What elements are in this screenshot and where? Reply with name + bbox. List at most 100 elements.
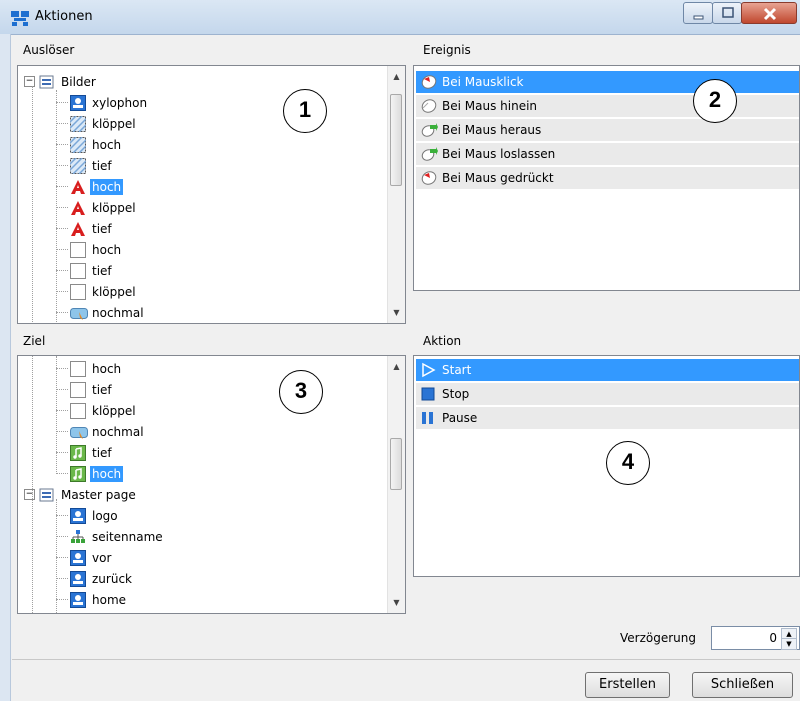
trigger-scrollbar[interactable]: ▲ ▼ bbox=[387, 66, 405, 323]
tree-item[interactable]: seitenname bbox=[70, 526, 165, 547]
tree-item-label: home bbox=[92, 592, 127, 607]
tree-item[interactable]: tief bbox=[70, 218, 114, 239]
scroll-down-icon[interactable]: ▼ bbox=[388, 594, 405, 611]
tree-item-label: nochmal bbox=[92, 424, 144, 439]
minimize-button[interactable] bbox=[683, 2, 713, 24]
tree-item-label: vor bbox=[92, 550, 112, 565]
close-button[interactable] bbox=[741, 2, 797, 24]
tree-item-label: klöppel bbox=[92, 403, 136, 418]
tree-item-label: tief bbox=[92, 445, 112, 460]
tree-item[interactable]: hoch bbox=[70, 358, 123, 379]
collapse-icon[interactable]: − bbox=[24, 76, 35, 87]
tree-item[interactable]: home bbox=[70, 589, 128, 610]
tree-item[interactable]: hoch bbox=[69, 134, 123, 155]
tree-connector bbox=[32, 86, 33, 322]
tree-item-label: hoch bbox=[90, 178, 124, 195]
tree-item[interactable]: klöppel bbox=[69, 113, 138, 134]
tree-connector bbox=[56, 578, 68, 579]
list-item[interactable]: Bei Maus loslassen bbox=[416, 143, 799, 165]
text-icon bbox=[70, 221, 86, 237]
tree-item[interactable]: tief bbox=[70, 260, 114, 281]
folder-icon bbox=[39, 74, 55, 90]
tree-connector bbox=[56, 165, 68, 166]
list-item[interactable]: Bei Maus heraus bbox=[416, 119, 799, 141]
list-item[interactable]: Bei Mausklick bbox=[416, 71, 799, 93]
tree-connector bbox=[56, 473, 68, 474]
play-icon bbox=[420, 362, 436, 378]
blank-icon bbox=[70, 402, 86, 419]
hatched-shape-icon bbox=[69, 156, 87, 175]
target-tree[interactable]: ▲ ▼ hoch tief klöppel nochmal tief hoch − Maste… bbox=[17, 355, 406, 614]
tree-item[interactable]: klöppel bbox=[70, 197, 138, 218]
tree-connector bbox=[56, 123, 68, 124]
callout-3: 3 bbox=[279, 370, 323, 414]
tree-connector bbox=[56, 452, 68, 453]
list-item[interactable]: Bei Maus hinein bbox=[416, 95, 799, 117]
delay-spinner[interactable]: 0 ▲ ▼ bbox=[711, 626, 800, 650]
scroll-up-icon[interactable]: ▲ bbox=[388, 68, 405, 85]
tree-item[interactable]: tief bbox=[70, 379, 114, 400]
tree-item[interactable]: − Master page bbox=[24, 484, 138, 505]
maximize-button[interactable] bbox=[712, 2, 742, 24]
tree-item-label: Master page bbox=[61, 487, 136, 502]
list-item-label: Stop bbox=[442, 387, 470, 401]
mouse-down-icon bbox=[420, 170, 437, 186]
mouse-enter-icon bbox=[420, 98, 437, 114]
list-item-label: Bei Maus heraus bbox=[442, 123, 542, 137]
scroll-up-icon[interactable]: ▲ bbox=[388, 358, 405, 375]
tree-item[interactable]: hoch bbox=[70, 239, 123, 260]
tree-connector bbox=[56, 499, 57, 613]
tree-item-label: logo bbox=[92, 508, 118, 523]
sound-icon bbox=[70, 444, 86, 461]
tree-item[interactable]: tief bbox=[70, 442, 114, 463]
tree-item[interactable]: nochmal bbox=[70, 421, 146, 442]
tree-connector bbox=[56, 102, 68, 103]
delay-value[interactable]: 0 bbox=[769, 631, 777, 645]
tree-item-label: hoch bbox=[92, 242, 122, 257]
button-icon bbox=[70, 305, 88, 321]
scroll-thumb[interactable] bbox=[390, 438, 402, 490]
list-item-label: Bei Maus hinein bbox=[442, 99, 538, 113]
trigger-tree[interactable]: ▲ ▼ − Bilder xylophon klöppel hoch tief hoch kl… bbox=[17, 65, 406, 324]
blank-icon bbox=[70, 283, 86, 300]
delay-label: Verzögerung bbox=[620, 631, 696, 645]
tree-item-label: nochmal bbox=[92, 305, 144, 320]
tree-item[interactable]: hoch bbox=[70, 463, 124, 484]
tree-item[interactable]: − Bilder bbox=[24, 71, 98, 92]
image-icon bbox=[70, 94, 86, 111]
list-item[interactable]: Stop bbox=[416, 383, 799, 405]
tree-item[interactable]: klöppel bbox=[70, 400, 138, 421]
tree-item[interactable]: nochmal bbox=[70, 302, 146, 323]
list-item[interactable]: Start bbox=[416, 359, 799, 381]
list-item[interactable]: Bei Maus gedrückt bbox=[416, 167, 799, 189]
tree-item-label: klöppel bbox=[92, 284, 136, 299]
tree-item[interactable]: tief bbox=[69, 155, 114, 176]
tree-item[interactable]: logo bbox=[70, 505, 120, 526]
tree-connector bbox=[56, 228, 68, 229]
collapse-icon[interactable]: − bbox=[24, 489, 35, 500]
create-button[interactable]: Erstellen bbox=[585, 672, 670, 698]
text-icon bbox=[70, 200, 86, 216]
mouse-click-icon bbox=[420, 74, 437, 90]
tree-item[interactable]: vor bbox=[70, 547, 113, 568]
list-item[interactable]: Pause bbox=[416, 407, 799, 429]
tree-item-label: tief bbox=[92, 382, 112, 397]
scroll-thumb[interactable] bbox=[390, 94, 402, 186]
event-list[interactable]: Bei Mausklick Bei Maus hinein Bei Maus her… bbox=[413, 65, 800, 291]
tree-item-label: xylophon bbox=[92, 95, 148, 110]
callout-4: 4 bbox=[606, 441, 650, 485]
tree-item-label: tief bbox=[92, 158, 112, 173]
target-scrollbar[interactable]: ▲ ▼ bbox=[387, 356, 405, 613]
tree-connector bbox=[56, 312, 68, 313]
spin-down-icon[interactable]: ▼ bbox=[781, 638, 797, 650]
tree-connector bbox=[32, 356, 33, 613]
window-title: Aktionen bbox=[35, 9, 93, 24]
tree-connector bbox=[56, 431, 68, 432]
tree-item[interactable]: xylophon bbox=[70, 92, 149, 113]
scroll-down-icon[interactable]: ▼ bbox=[388, 304, 405, 321]
tree-item[interactable]: klöppel bbox=[70, 281, 138, 302]
close-dialog-button[interactable]: Schließen bbox=[692, 672, 793, 698]
text-icon bbox=[70, 179, 86, 195]
tree-item[interactable]: hoch bbox=[70, 176, 124, 197]
tree-item[interactable]: zurück bbox=[70, 568, 134, 589]
